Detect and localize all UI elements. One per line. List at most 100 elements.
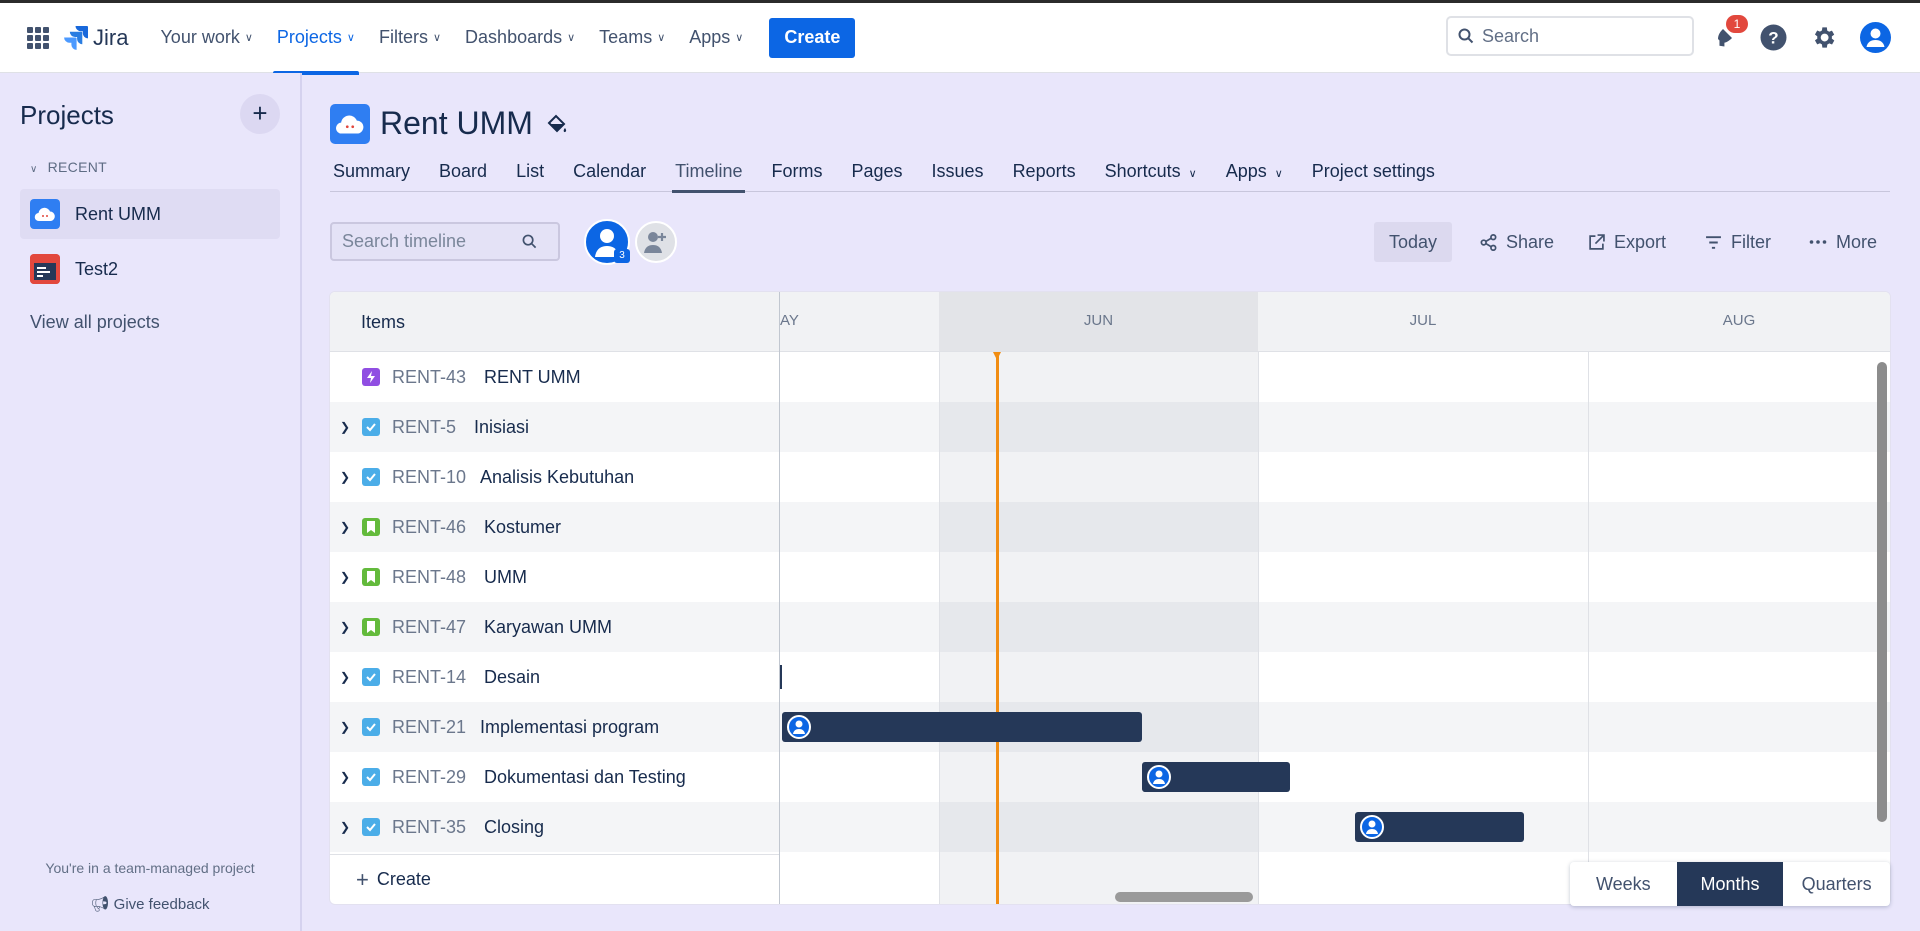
search-input[interactable]	[1482, 25, 1662, 47]
issue-summary: Dokumentasi dan Testing	[484, 766, 686, 787]
bar-rent-21[interactable]	[782, 712, 1142, 742]
logo-text: Jira	[93, 24, 129, 50]
sidebar-item-rent-umm[interactable]: Rent UMM	[20, 189, 280, 239]
chevron-right-icon[interactable]: ❯	[338, 520, 352, 534]
search-icon	[1458, 28, 1474, 44]
help-icon[interactable]: ?	[1760, 24, 1787, 51]
chevron-right-icon[interactable]: ❯	[338, 620, 352, 634]
row-item-rent-48[interactable]: ❯ RENT-48 UMM	[330, 552, 779, 602]
timeline-search-input[interactable]	[342, 231, 522, 252]
row-item-rent-46[interactable]: ❯ RENT-46 Kostumer	[330, 502, 779, 552]
filter-button[interactable]: Filter	[1690, 222, 1786, 262]
chevron-right-icon[interactable]: ❯	[338, 820, 352, 834]
tab-board[interactable]: Board	[436, 156, 490, 192]
story-icon	[362, 568, 380, 586]
tab-issues[interactable]: Issues	[929, 156, 987, 192]
row-item-rent-35[interactable]: ❯ RENT-35 Closing	[330, 802, 779, 852]
cloud-icon	[30, 199, 60, 229]
bar-rent-29[interactable]	[1142, 762, 1290, 792]
tab-list[interactable]: List	[513, 156, 547, 192]
tab-project-settings[interactable]: Project settings	[1309, 156, 1438, 192]
svg-text:?: ?	[1768, 29, 1778, 48]
create-item-button[interactable]: + Create	[330, 854, 779, 904]
tab-shortcuts[interactable]: Shortcuts ∨	[1102, 156, 1200, 192]
today-button[interactable]: Today	[1374, 222, 1453, 262]
app-switcher-icon[interactable]	[27, 26, 49, 49]
nav-filters[interactable]: Filters ∨	[367, 1, 453, 74]
issue-key: RENT-29	[392, 766, 467, 787]
add-project-button[interactable]: +	[240, 94, 280, 134]
nav-projects[interactable]: Projects ∨	[265, 1, 367, 75]
user-avatar[interactable]	[1860, 22, 1891, 53]
more-button[interactable]: More	[1794, 222, 1892, 262]
horizontal-scrollbar[interactable]	[1115, 892, 1253, 902]
nav-teams[interactable]: Teams ∨	[587, 1, 677, 74]
plus-icon: +	[356, 866, 369, 892]
timeline-search[interactable]	[330, 222, 560, 261]
zoom-quarters[interactable]: Quarters	[1783, 862, 1890, 906]
issue-summary: Karyawan UMM	[484, 616, 613, 637]
tab-timeline[interactable]: Timeline	[672, 156, 746, 193]
share-label: Share	[1506, 231, 1555, 252]
assignee-avatar	[1360, 815, 1384, 839]
chevron-right-icon[interactable]: ❯	[338, 670, 352, 684]
chevron-right-icon[interactable]: ❯	[338, 470, 352, 484]
chevron-right-icon[interactable]: ❯	[338, 770, 352, 784]
nav-label: Your work	[160, 27, 240, 47]
tab-apps[interactable]: Apps ∨	[1223, 156, 1286, 192]
share-icon	[1480, 233, 1497, 251]
row-item-rent-21[interactable]: ❯ RENT-21 Implementasi program	[330, 702, 779, 752]
month-gridline	[1588, 352, 1589, 904]
nav-label: Filters	[378, 27, 428, 47]
zoom-months[interactable]: Months	[1676, 862, 1784, 906]
row-item-rent-29[interactable]: ❯ RENT-29 Dokumentasi dan Testing	[330, 752, 779, 802]
issue-key: RENT-46	[392, 516, 467, 537]
tab-forms[interactable]: Forms	[768, 156, 825, 192]
settings-icon[interactable]	[1810, 24, 1837, 51]
chevron-right-icon[interactable]: ❯	[338, 570, 352, 584]
nav-apps[interactable]: Apps ∨	[677, 1, 755, 74]
chevron-right-icon[interactable]: ❯	[338, 420, 352, 434]
give-feedback-link[interactable]: 📢︎ Give feedback	[0, 895, 300, 913]
paint-bucket-icon[interactable]	[545, 112, 569, 136]
share-button[interactable]: Share	[1465, 222, 1569, 262]
export-button[interactable]: Export	[1573, 222, 1681, 262]
zoom-weeks[interactable]: Weeks	[1570, 862, 1677, 906]
row-item-rent-14[interactable]: ❯ RENT-14 Desain	[330, 652, 779, 702]
tab-reports[interactable]: Reports	[1010, 156, 1079, 192]
row-item-rent-5[interactable]: ❯ RENT-5 Inisiasi	[330, 402, 779, 452]
issue-summary: Analisis Kebutuhan	[480, 466, 635, 487]
chevron-right-icon[interactable]: ❯	[338, 720, 352, 734]
today-marker-tip	[993, 352, 1001, 360]
month-jun-header: JUN	[939, 292, 1258, 352]
add-people-button[interactable]	[635, 221, 677, 263]
row-item-rent-47[interactable]: ❯ RENT-47 Karyawan UMM	[330, 602, 779, 652]
row-item-rent-10[interactable]: ❯ RENT-10 Analisis Kebutuhan	[330, 452, 779, 502]
desain-bar-edge[interactable]	[780, 665, 782, 689]
chevron-down-icon: ∨	[1188, 168, 1197, 180]
tab-pages[interactable]: Pages	[848, 156, 905, 192]
issue-summary: Closing	[484, 816, 545, 837]
vertical-scrollbar[interactable]	[1877, 362, 1887, 822]
nav-your-work[interactable]: Your work ∨	[148, 1, 264, 74]
issue-summary: UMM	[484, 566, 527, 587]
task-icon	[362, 718, 380, 736]
tab-summary[interactable]: Summary	[330, 156, 413, 192]
today-marker	[996, 352, 999, 904]
list-timeline-divider[interactable]	[779, 292, 780, 904]
nav-dashboards[interactable]: Dashboards ∨	[453, 1, 587, 74]
row-item-rent-43[interactable]: RENT-43 RENT UMM	[330, 352, 779, 402]
sidebar-item-test2[interactable]: Test2	[20, 244, 280, 294]
bar-rent-35[interactable]	[1355, 812, 1524, 842]
cloud-icon	[336, 115, 364, 134]
tab-calendar[interactable]: Calendar	[570, 156, 649, 192]
timeline-zoom-switcher: Weeks Months Quarters	[1570, 862, 1890, 906]
create-button[interactable]: Create	[769, 17, 856, 58]
current-month-shade	[939, 352, 1258, 904]
view-all-projects-link[interactable]: View all projects	[30, 312, 160, 333]
jira-logo[interactable]: Jira	[63, 25, 128, 51]
global-search[interactable]	[1446, 16, 1694, 56]
recent-section-toggle[interactable]: ∨ RECENT	[30, 159, 107, 175]
jira-logo-icon	[64, 25, 88, 50]
filter-icon	[1706, 235, 1721, 249]
